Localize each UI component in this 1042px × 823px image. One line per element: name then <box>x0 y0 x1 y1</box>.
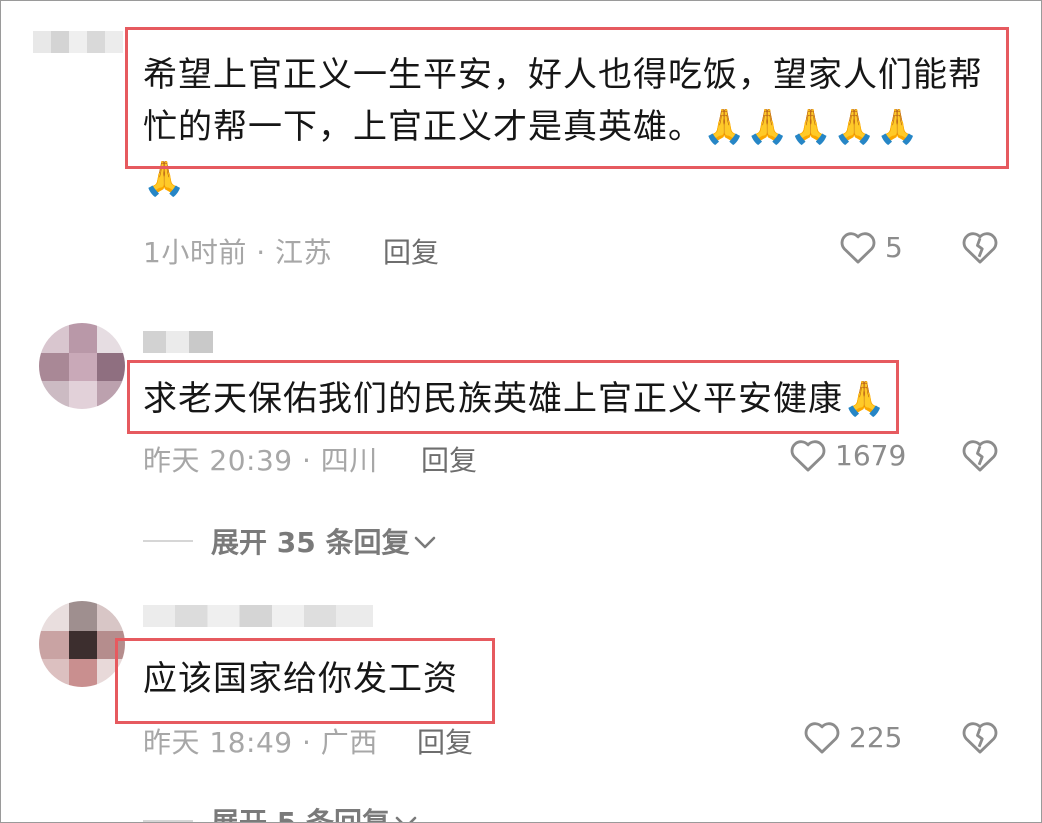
like-count: 5 <box>885 230 903 264</box>
broken-heart-icon <box>961 719 999 755</box>
dislike-button[interactable] <box>961 437 999 473</box>
dislike-button[interactable] <box>961 719 999 755</box>
like-button[interactable]: 5 <box>839 229 903 265</box>
like-button[interactable]: 225 <box>803 719 902 755</box>
heart-outline-icon <box>839 229 877 265</box>
reply-button[interactable]: 回复 <box>383 231 439 271</box>
heart-outline-icon <box>789 437 827 473</box>
comment-time-location: 昨天 18:49 · 广西 <box>143 726 378 759</box>
broken-heart-icon <box>961 437 999 473</box>
expand-replies-button[interactable]: 展开 35 条回复 <box>143 521 437 561</box>
username-blurred[interactable] <box>143 331 213 353</box>
avatar[interactable] <box>39 601 125 687</box>
divider-line <box>143 540 193 542</box>
expand-replies-button[interactable]: 展开 5 条回复 <box>143 801 418 823</box>
comment-text: 希望上官正义一生平安，好人也得吃饭，望家人们能帮 忙的帮一下，上官正义才是真英雄… <box>143 55 983 199</box>
expand-replies-label: 展开 35 条回复 <box>211 526 410 559</box>
heart-outline-icon <box>803 719 841 755</box>
like-button[interactable]: 1679 <box>789 437 906 473</box>
comment-text: 求老天保佑我们的民族英雄上官正义平安健康🙏 <box>143 379 887 419</box>
dislike-button[interactable] <box>961 229 999 265</box>
comment-text: 应该国家给你发工资 <box>143 659 458 699</box>
reply-button[interactable]: 回复 <box>421 439 477 479</box>
avatar[interactable] <box>39 323 125 409</box>
username-blurred[interactable] <box>33 31 123 53</box>
reply-button[interactable]: 回复 <box>417 721 473 761</box>
divider-line <box>143 820 193 822</box>
chevron-down-icon <box>413 525 437 558</box>
chevron-down-icon <box>394 805 418 822</box>
username-blurred[interactable] <box>143 605 373 627</box>
comment-time-location: 1小时前 · 江苏 <box>143 236 333 269</box>
like-count: 225 <box>849 720 903 754</box>
expand-replies-label: 展开 5 条回复 <box>211 806 390 823</box>
like-count: 1679 <box>835 438 907 472</box>
broken-heart-icon <box>961 229 999 265</box>
comment-list: 希望上官正义一生平安，好人也得吃饭，望家人们能帮 忙的帮一下，上官正义才是真英雄… <box>0 0 1042 823</box>
comment-time-location: 昨天 20:39 · 四川 <box>143 444 378 477</box>
